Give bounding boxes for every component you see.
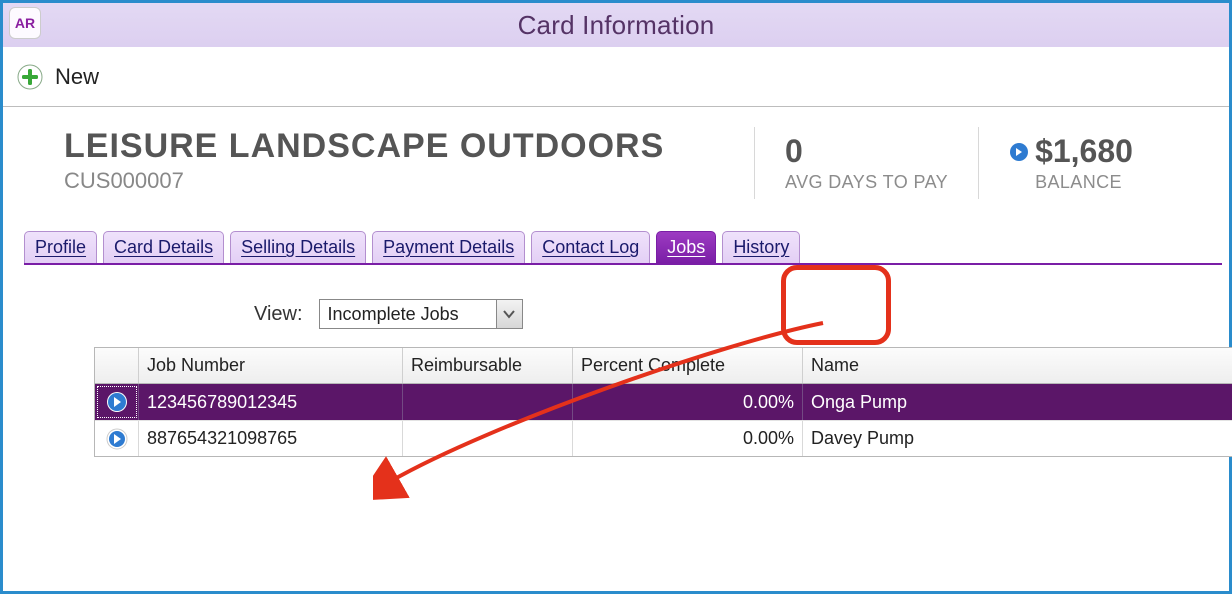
cell-reimbursable <box>403 384 573 420</box>
new-button-label: New <box>55 64 99 90</box>
tab-selling-details[interactable]: Selling Details <box>230 231 366 263</box>
grid-header-select <box>95 348 139 383</box>
table-row[interactable]: 123456789012345 0.00% Onga Pump <box>95 384 1232 420</box>
grid-header-job-number[interactable]: Job Number <box>139 348 403 383</box>
window-title: Card Information <box>3 10 1229 41</box>
arrow-right-circle-icon <box>106 391 128 413</box>
grid-header: Job Number Reimbursable Percent Complete… <box>95 348 1232 384</box>
arrow-right-circle-icon <box>106 428 128 450</box>
view-label: View: <box>254 303 303 326</box>
avg-days-label: AVG DAYS TO PAY <box>785 172 948 193</box>
plus-icon <box>17 64 43 90</box>
table-row[interactable]: 887654321098765 0.00% Davey Pump <box>95 420 1232 456</box>
new-button[interactable]: New <box>17 64 99 90</box>
tab-strip: Profile Card Details Selling Details Pay… <box>6 231 1226 263</box>
tab-profile[interactable]: Profile <box>24 231 97 263</box>
grid-header-percent[interactable]: Percent Complete <box>573 348 803 383</box>
tab-jobs[interactable]: Jobs <box>656 231 716 263</box>
grid-header-reimbursable[interactable]: Reimbursable <box>403 348 573 383</box>
jobs-grid: Job Number Reimbursable Percent Complete… <box>94 347 1232 457</box>
balance-label: BALANCE <box>1035 172 1133 193</box>
cell-percent: 0.00% <box>573 384 803 420</box>
row-open-button[interactable] <box>95 421 139 456</box>
tab-contact-log[interactable]: Contact Log <box>531 231 650 263</box>
arrow-right-circle-icon[interactable] <box>1009 142 1029 162</box>
row-open-button[interactable] <box>95 384 139 420</box>
cell-name: Davey Pump <box>803 421 1232 456</box>
view-select-chevron[interactable] <box>496 300 522 328</box>
tab-payment-details[interactable]: Payment Details <box>372 231 525 263</box>
chevron-down-icon <box>503 308 515 320</box>
toolbar: New <box>3 47 1229 107</box>
grid-header-name[interactable]: Name <box>803 348 1232 383</box>
titlebar: AR Card Information <box>3 3 1229 47</box>
app-badge: AR <box>9 7 41 39</box>
cell-job-number: 123456789012345 <box>139 384 403 420</box>
cell-percent: 0.00% <box>573 421 803 456</box>
company-name: LEISURE LANDSCAPE OUTDOORS <box>64 127 754 166</box>
cell-job-number: 887654321098765 <box>139 421 403 456</box>
tab-panel-jobs: View: Incomplete Jobs Job Number Reimbur… <box>24 263 1222 457</box>
tab-history[interactable]: History <box>722 231 800 263</box>
avg-days-value: 0 <box>785 133 948 170</box>
view-select-text: Incomplete Jobs <box>320 304 496 325</box>
tab-card-details[interactable]: Card Details <box>103 231 224 263</box>
cell-reimbursable <box>403 421 573 456</box>
balance-value: $1,680 <box>1035 133 1133 170</box>
company-code: CUS000007 <box>64 168 754 194</box>
cell-name: Onga Pump <box>803 384 1232 420</box>
view-select[interactable]: Incomplete Jobs <box>319 299 523 329</box>
